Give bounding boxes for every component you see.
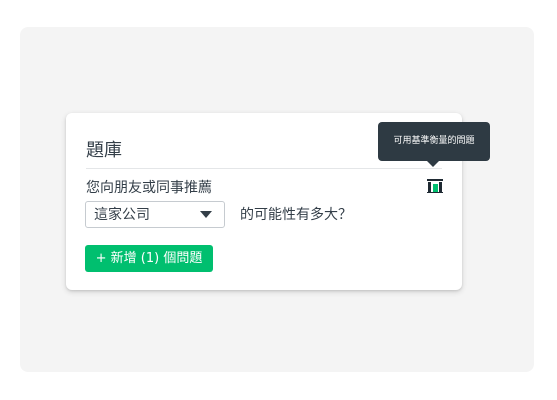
tooltip-arrow <box>427 161 439 167</box>
add-question-button[interactable]: + 新增 (1) 個問題 <box>85 245 213 272</box>
benchmark-icon[interactable] <box>427 179 443 193</box>
card-title: 題庫 <box>86 140 122 161</box>
caret-down-icon <box>200 211 212 218</box>
benchmark-tooltip: 可用基準衡量的問題 <box>378 122 490 161</box>
title-divider <box>86 168 442 169</box>
question-prefix-text: 您向朋友或同事推薦 <box>86 180 212 196</box>
target-select[interactable]: 這家公司 <box>85 201 225 228</box>
target-select-value: 這家公司 <box>94 207 150 223</box>
question-suffix-text: 的可能性有多大？ <box>240 207 352 223</box>
